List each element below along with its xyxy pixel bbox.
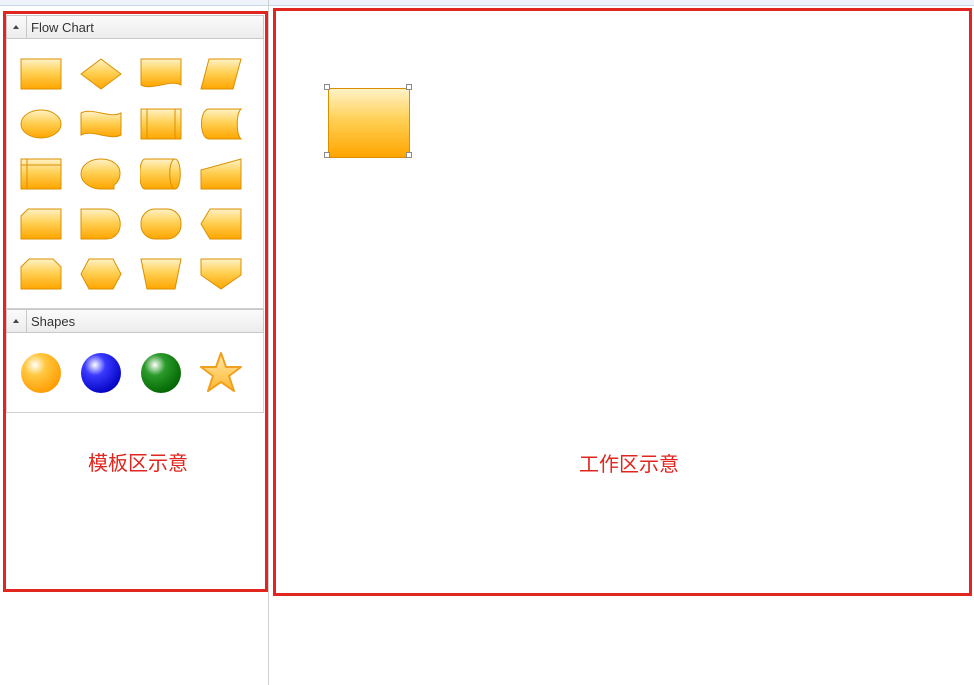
template-area-highlight [3,11,268,592]
work-area-highlight [273,8,972,596]
panel-splitter[interactable] [268,0,269,685]
top-toolbar-strip [0,0,974,6]
